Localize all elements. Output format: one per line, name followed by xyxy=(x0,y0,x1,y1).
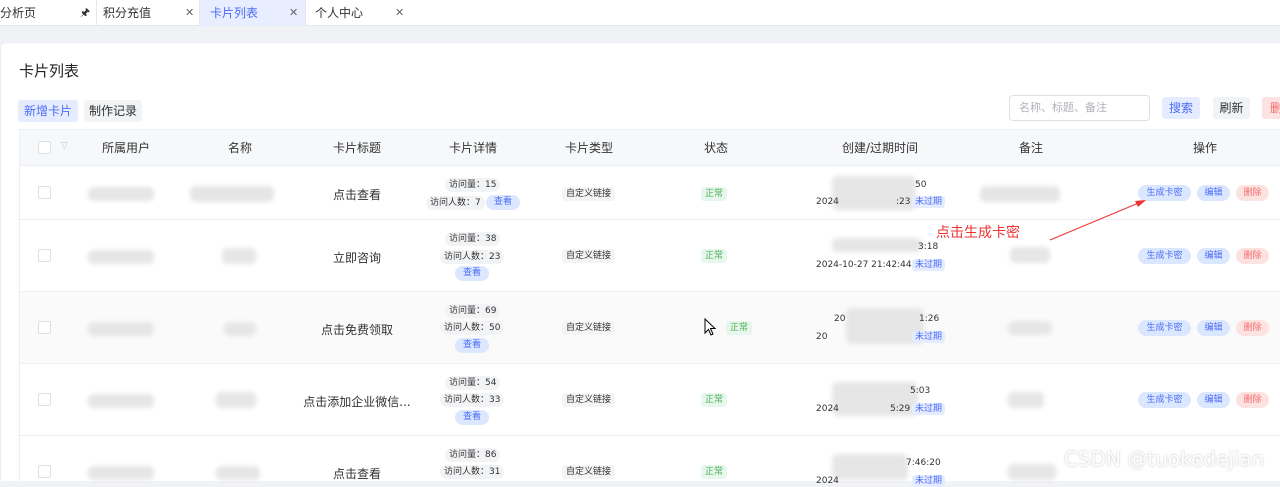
mouse-cursor-icon xyxy=(704,318,717,336)
watermark: CSDN @tuokedejian xyxy=(1064,447,1265,471)
arrow-annotation-icon xyxy=(1049,200,1146,241)
annotation-text: 点击生成卡密 xyxy=(936,225,1020,241)
